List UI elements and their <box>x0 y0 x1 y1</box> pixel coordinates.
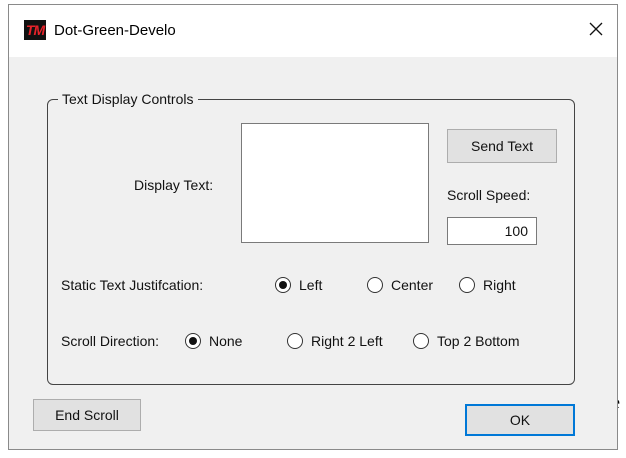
radio-dot-selected <box>275 277 291 293</box>
send-text-button[interactable]: Send Text <box>447 129 557 163</box>
title-bar: TM Dot-Green-Develo <box>9 5 617 57</box>
scroll-direction-label: Scroll Direction: <box>61 333 160 349</box>
display-text-label: Display Text: <box>134 177 214 193</box>
radio-scroll-none[interactable]: None <box>185 333 242 349</box>
justification-label: Static Text Justifcation: <box>61 277 204 293</box>
dialog-window: TM Dot-Green-Develo Text Display Control… <box>8 4 618 450</box>
radio-justify-center[interactable]: Center <box>367 277 433 293</box>
radio-scroll-top-2-bottom[interactable]: Top 2 Bottom <box>413 333 520 349</box>
radio-dot <box>287 333 303 349</box>
radio-label: Left <box>299 277 323 293</box>
radio-label: Top 2 Bottom <box>437 333 520 349</box>
app-icon: TM <box>24 20 46 40</box>
radio-label: Right 2 Left <box>311 333 383 349</box>
radio-justify-left[interactable]: Left <box>275 277 322 293</box>
radio-dot <box>413 333 429 349</box>
close-button[interactable] <box>579 13 613 47</box>
radio-dot <box>367 277 383 293</box>
radio-dot <box>459 277 475 293</box>
scroll-speed-input[interactable]: 100 <box>447 217 537 245</box>
radio-label: Right <box>483 277 516 293</box>
radio-label: Center <box>391 277 434 293</box>
radio-dot-selected <box>185 333 201 349</box>
scroll-speed-label: Scroll Speed: <box>447 187 531 203</box>
display-text-input[interactable] <box>241 123 429 243</box>
radio-label: None <box>209 333 243 349</box>
group-legend: Text Display Controls <box>62 91 194 107</box>
ok-button[interactable]: OK <box>465 404 575 436</box>
radio-justify-right[interactable]: Right <box>459 277 516 293</box>
end-scroll-button[interactable]: End Scroll <box>33 399 141 431</box>
window-title: Dot-Green-Develo <box>54 22 176 39</box>
radio-scroll-right-2-left[interactable]: Right 2 Left <box>287 333 383 349</box>
close-icon <box>589 22 603 36</box>
